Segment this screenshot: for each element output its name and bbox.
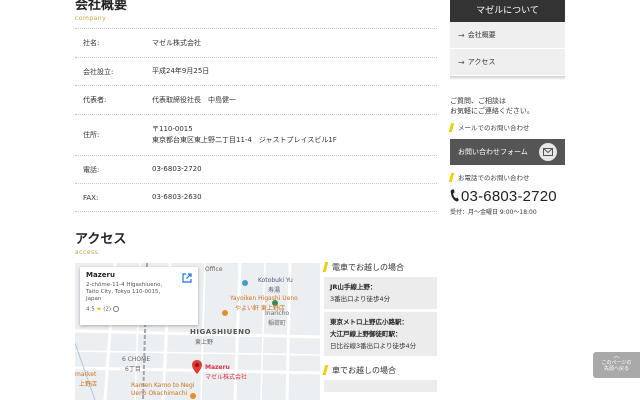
row-label: 社名: (83, 39, 100, 47)
train-heading: 電車でお越しの場合 (322, 260, 437, 274)
row-value: 〒110-0015 東京都台東区東上野二丁目11-4 ジャストプレイスビル1F (152, 124, 437, 146)
jr-exit-text: 3番出口より徒歩4分 (330, 295, 391, 303)
car-heading: 車でお越しの場合 (322, 363, 437, 377)
postal-code: 〒110-0015 (152, 125, 193, 133)
row-value: マゼル株式会社 (152, 38, 201, 47)
company-section-title: 会社概要 (75, 0, 128, 13)
map-label-yayoiken: Yayoiken Higashi Ueno (230, 295, 298, 302)
row-label: 会社設立: (83, 67, 114, 76)
embedded-map[interactable]: Office Kotobuki Yu 寿湯 Yayoiken Higashi U… (75, 263, 320, 400)
map-label-market: market (75, 371, 97, 378)
phone-number-text: 03-6803-2720 (461, 188, 557, 205)
map-label-pin: Mazeru (205, 364, 230, 371)
map-label-higashiueno: HIGASHIUENO (190, 328, 251, 336)
jr-directions: JR山手線上野： 3番出口より徒歩4分 (324, 277, 437, 309)
car-heading-text: 車でお越しの場合 (332, 365, 396, 375)
open-in-maps-icon[interactable] (182, 273, 192, 283)
metro-walk-text: 徒歩4分 (392, 342, 417, 350)
access-section-subtitle: access (75, 249, 99, 256)
sidebar-item-company[interactable]: → 会社概要 (450, 22, 565, 49)
row-value: 03-6803-2630 (152, 193, 202, 201)
map-label-inaricho: Inaricho (265, 310, 290, 317)
row-value: 03-6803-2720 (152, 165, 202, 173)
map-label-ramen-2: Ueno Okachimachi (131, 390, 188, 397)
map-label-office: Office (205, 266, 223, 273)
back-to-top-label: 先頭へ戻る (603, 366, 629, 372)
map-label-kotobuki-jp: 寿湯 (268, 287, 281, 294)
map-label-kotobuki: Kotobuki Yu (258, 277, 293, 284)
car-directions (324, 380, 437, 392)
arrow-right-icon: → (458, 57, 465, 67)
jr-line-title: JR山手線上野： (330, 283, 377, 291)
map-label-higashiueno-jp: 東上野 (195, 339, 214, 346)
map-label-ramen: Ramen Kamo to Negi (131, 382, 195, 389)
info-icon[interactable] (112, 306, 119, 312)
contact-message-line: ご質問、ご相談は (450, 97, 506, 105)
heading-marker (322, 365, 329, 375)
tel-contact-heading: お電話でのお問い合わせ (448, 172, 565, 182)
row-value: 代表取締役社長 中島健一 (152, 95, 236, 104)
row-label: FAX: (83, 193, 99, 202)
map-label-market-jp: 上野店 (79, 381, 98, 388)
sidebar-item-label: アクセス (467, 58, 496, 66)
table-row: 代表者: 代表取締役社長 中島健一 (75, 86, 437, 115)
star-icon: ★ (96, 306, 102, 313)
metro-exit-text: 日比谷線3番出口より (330, 342, 393, 350)
tel-contact-heading-text: お電話でのお問い合わせ (458, 174, 530, 182)
address: 東京都台東区東上野二丁目11-4 ジャストプレイスビル1F (152, 136, 337, 144)
row-label: 住所: (83, 131, 100, 139)
rating-value: 4.5 (86, 306, 95, 313)
sidebar: マゼルについて → 会社概要 → アクセス ご質問、ご相談は お気軽にご連絡くだ… (448, 0, 565, 216)
sidebar-item-access[interactable]: → アクセス (450, 49, 565, 76)
contact-message-line: お気軽にご連絡ください。 (450, 107, 534, 115)
oedo-line-title: 大江戸線上野御徒町駅： (330, 330, 402, 338)
contact-message: ご質問、ご相談は お気軽にご連絡ください。 (450, 96, 565, 116)
arrow-right-icon: → (458, 30, 465, 40)
phone-number[interactable]: 03-6803-2720 (450, 187, 565, 206)
place-name: Mazeru (86, 271, 115, 279)
map-label-inaricho-jp: 稲荷町 (268, 320, 287, 327)
review-count[interactable]: (2) (103, 307, 111, 313)
map-label-chome-jp: 6丁目 (125, 366, 141, 373)
back-to-top-button[interactable]: ︿ このページの 先頭へ戻る (593, 352, 640, 378)
table-row: 住所: 〒110-0015 東京都台東区東上野二丁目11-4 ジャストプレイスビ… (75, 115, 437, 156)
table-row: 会社設立: 平成24年9月25日 (75, 58, 437, 86)
company-info-table: 社名: マゼル株式会社 会社設立: 平成24年9月25日 代表者: 代表取締役社… (75, 28, 437, 212)
map-place-card: Mazeru 2-chōme-11-4 Higashiueno, Taito C… (80, 267, 198, 325)
directions-panel: 電車でお越しの場合 JR山手線上野： 3番出口より徒歩4分 東京メトロ上野広小路… (322, 260, 437, 392)
heading-marker (322, 262, 329, 272)
mail-icon (539, 143, 557, 161)
table-row: 社名: マゼル株式会社 (75, 29, 437, 58)
place-address-line: Japan (86, 296, 102, 302)
sidebar-header: マゼルについて (450, 0, 565, 22)
place-address-line: 2-chōme-11-4 Higashiueno, (86, 282, 163, 288)
metro-line-title: 東京メトロ上野広小路駅： (330, 318, 408, 326)
heading-marker (448, 172, 455, 182)
place-address-line: Taito City, Tokyo 110-0015, (86, 289, 161, 295)
train-heading-text: 電車でお越しの場合 (332, 262, 404, 272)
row-label: 代表者: (83, 96, 107, 104)
place-rating: 4.5 ★ (2) (86, 306, 192, 313)
row-label: 電話: (83, 165, 100, 174)
map-pin-icon[interactable] (192, 360, 202, 374)
sidebar-shadow (450, 76, 565, 80)
metro-directions: 東京メトロ上野広小路駅： 大江戸線上野御徒町駅： 日比谷線3番出口より徒歩4分 (324, 312, 437, 356)
table-row: 電話: 03-6803-2720 (75, 156, 437, 184)
table-row: FAX: 03-6803-2630 (75, 184, 437, 212)
phone-icon (450, 187, 459, 206)
mail-contact-heading: メールでのお問い合わせ (448, 122, 565, 132)
place-address: 2-chōme-11-4 Higashiueno, Taito City, To… (86, 282, 192, 303)
business-hours: 受付：月～金曜日 9:00～18:00 (450, 209, 537, 216)
map-label-chome: 6 CHOME (122, 356, 151, 363)
access-section-title: アクセス (75, 232, 127, 247)
contact-form-button[interactable]: お問い合わせフォーム (450, 139, 565, 165)
contact-form-label: お問い合わせフォーム (458, 148, 528, 156)
sidebar-item-label: 会社概要 (467, 31, 496, 39)
company-section-subtitle: company (75, 15, 107, 22)
mail-contact-heading-text: メールでのお問い合わせ (458, 124, 530, 132)
row-value: 平成24年9月25日 (152, 67, 210, 75)
heading-marker (448, 122, 455, 132)
map-label-pin-jp: マゼル株式会社 (205, 374, 248, 381)
